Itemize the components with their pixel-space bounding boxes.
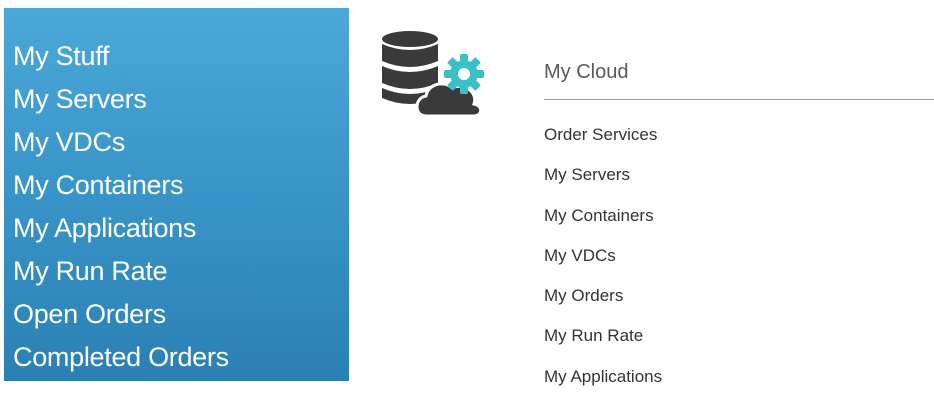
- link-my-servers[interactable]: My Servers: [544, 164, 662, 204]
- link-my-containers[interactable]: My Containers: [544, 205, 662, 245]
- link-my-vdcs[interactable]: My VDCs: [544, 245, 662, 285]
- menu-item-my-applications[interactable]: My Applications: [13, 207, 349, 250]
- menu-item-my-containers[interactable]: My Containers: [13, 164, 349, 207]
- menu-item-my-vdcs[interactable]: My VDCs: [13, 121, 349, 164]
- my-cloud-title: My Cloud: [544, 61, 629, 83]
- menu-item-my-stuff[interactable]: My Stuff: [13, 35, 349, 78]
- menu-item-open-orders[interactable]: Open Orders: [13, 293, 349, 336]
- link-order-services[interactable]: Order Services: [544, 124, 662, 164]
- title-divider: [544, 99, 934, 100]
- link-my-run-rate[interactable]: My Run Rate: [544, 325, 662, 365]
- link-my-orders[interactable]: My Orders: [544, 285, 662, 325]
- my-stuff-menu: My Stuff My Servers My VDCs My Container…: [4, 8, 349, 381]
- page: My Stuff My Servers My VDCs My Container…: [0, 0, 934, 396]
- database-cloud-gear-icon: [378, 30, 500, 122]
- menu-item-my-servers[interactable]: My Servers: [13, 78, 349, 121]
- link-my-applications[interactable]: My Applications: [544, 366, 662, 396]
- menu-item-my-run-rate[interactable]: My Run Rate: [13, 250, 349, 293]
- my-cloud-links: Order Services My Servers My Containers …: [544, 124, 662, 396]
- menu-item-completed-orders[interactable]: Completed Orders: [13, 336, 349, 379]
